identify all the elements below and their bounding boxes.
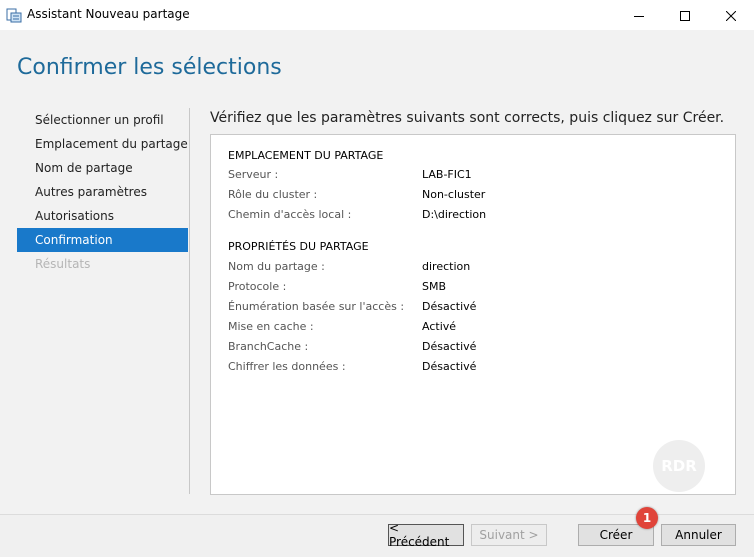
minimize-icon bbox=[634, 6, 644, 25]
share-location-heading: EMPLACEMENT DU PARTAGE bbox=[228, 149, 384, 162]
nav-item-select-profile[interactable]: Sélectionner un profil bbox=[17, 108, 188, 132]
next-button: Suivant > bbox=[471, 524, 547, 546]
share-wizard-icon bbox=[6, 7, 22, 23]
row-value: Désactivé bbox=[422, 300, 477, 313]
summary-row: Énumération basée sur l'accès : Désactiv… bbox=[228, 300, 708, 318]
previous-button[interactable]: < Précédent bbox=[388, 521, 464, 549]
row-value: Désactivé bbox=[422, 360, 477, 373]
nav-item-share-location[interactable]: Emplacement du partage bbox=[17, 132, 188, 156]
summary-row: Nom du partage : direction bbox=[228, 260, 708, 278]
summary-row: BranchCache : Désactivé bbox=[228, 340, 708, 358]
title-bar: Assistant Nouveau partage bbox=[0, 0, 754, 30]
summary-row: Protocole : SMB bbox=[228, 280, 708, 298]
instruction-text: Vérifiez que les paramètres suivants son… bbox=[210, 110, 725, 126]
summary-row: Rôle du cluster : Non-cluster bbox=[228, 188, 708, 206]
row-label: Énumération basée sur l'accès : bbox=[228, 300, 405, 313]
row-value: Activé bbox=[422, 320, 457, 333]
summary-panel: EMPLACEMENT DU PARTAGE Serveur : LAB-FIC… bbox=[210, 134, 736, 495]
watermark-text: RDR bbox=[661, 457, 697, 475]
row-value: D:\direction bbox=[422, 208, 487, 221]
window-title: Assistant Nouveau partage bbox=[27, 7, 190, 21]
row-label: Serveur : bbox=[228, 168, 279, 181]
wizard-steps-nav: Sélectionner un profil Emplacement du pa… bbox=[17, 108, 188, 276]
share-properties-heading: PROPRIÉTÉS DU PARTAGE bbox=[228, 240, 369, 253]
nav-divider bbox=[189, 108, 190, 494]
row-label: Rôle du cluster : bbox=[228, 188, 318, 201]
nav-item-confirmation[interactable]: Confirmation bbox=[17, 228, 188, 252]
row-value: LAB-FIC1 bbox=[422, 168, 472, 181]
step-badge: 1 bbox=[636, 507, 658, 529]
summary-row: Serveur : LAB-FIC1 bbox=[228, 168, 708, 186]
maximize-icon bbox=[680, 6, 690, 25]
summary-row: Chiffrer les données : Désactivé bbox=[228, 360, 708, 378]
minimize-button[interactable] bbox=[616, 0, 662, 30]
row-label: BranchCache : bbox=[228, 340, 309, 353]
summary-row: Chemin d'accès local : D:\direction bbox=[228, 208, 708, 226]
row-label: Protocole : bbox=[228, 280, 287, 293]
row-value: Non-cluster bbox=[422, 188, 486, 201]
nav-item-permissions[interactable]: Autorisations bbox=[17, 204, 188, 228]
close-icon bbox=[725, 6, 737, 25]
nav-item-other-settings[interactable]: Autres paramètres bbox=[17, 180, 188, 204]
row-value: direction bbox=[422, 260, 471, 273]
watermark-logo: RDR bbox=[653, 440, 705, 492]
summary-row: Mise en cache : Activé bbox=[228, 320, 708, 338]
row-value: Désactivé bbox=[422, 340, 477, 353]
row-label: Chemin d'accès local : bbox=[228, 208, 352, 221]
nav-item-share-name[interactable]: Nom de partage bbox=[17, 156, 188, 180]
row-value: SMB bbox=[422, 280, 447, 293]
maximize-button[interactable] bbox=[662, 0, 708, 30]
cancel-button[interactable]: Annuler bbox=[661, 524, 736, 546]
row-label: Mise en cache : bbox=[228, 320, 314, 333]
nav-item-results: Résultats bbox=[35, 257, 91, 271]
row-label: Nom du partage : bbox=[228, 260, 325, 273]
close-button[interactable] bbox=[708, 0, 754, 30]
row-label: Chiffrer les données : bbox=[228, 360, 346, 373]
page-title: Confirmer les sélections bbox=[17, 55, 282, 80]
